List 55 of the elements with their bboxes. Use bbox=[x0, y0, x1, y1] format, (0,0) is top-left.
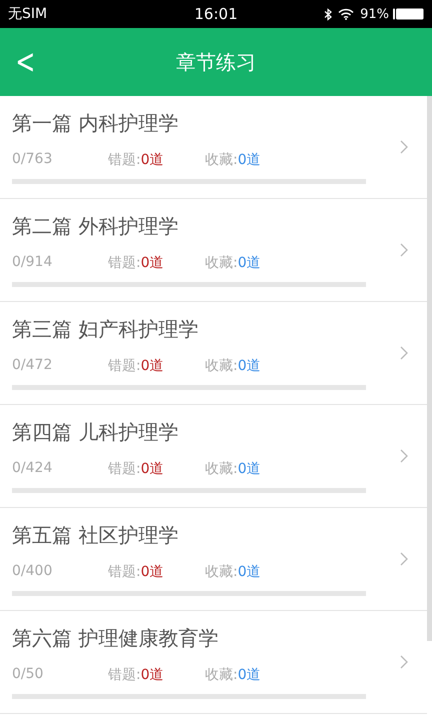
favorite-count: 0道 bbox=[238, 461, 261, 477]
chapter-title: 第四篇 儿科护理学 bbox=[12, 419, 180, 446]
page-title: 章节练习 bbox=[176, 48, 256, 76]
chapter-item[interactable]: 第一篇 内科护理学 0/763 错题:0道 收藏:0道 bbox=[0, 96, 427, 199]
favorite-label: 收藏: bbox=[205, 255, 238, 271]
chapter-item[interactable]: 第六篇 护理健康教育学 0/50 错题:0道 收藏:0道 bbox=[0, 611, 427, 714]
favorite-count: 0道 bbox=[238, 564, 261, 580]
wifi-icon bbox=[338, 8, 354, 20]
chapter-item[interactable]: 第三篇 妇产科护理学 0/472 错题:0道 收藏:0道 bbox=[0, 302, 427, 405]
wrong-count: 0道 bbox=[140, 461, 164, 477]
wrong-label: 错题: bbox=[108, 255, 141, 271]
wrong-label: 错题: bbox=[108, 358, 141, 374]
progress-count: 0/400 bbox=[12, 563, 54, 581]
chapter-title: 第一篇 内科护理学 bbox=[12, 110, 180, 137]
carrier-text: 无SIM bbox=[8, 5, 48, 23]
favorite-count: 0道 bbox=[238, 667, 261, 683]
chapter-item[interactable]: 第二篇 外科护理学 0/914 错题:0道 收藏:0道 bbox=[0, 199, 427, 302]
wrong-count: 0道 bbox=[140, 564, 164, 580]
favorite-count: 0道 bbox=[238, 255, 261, 271]
favorite-label: 收藏: bbox=[205, 152, 238, 168]
favorite-count: 0道 bbox=[238, 358, 261, 374]
favorite-label: 收藏: bbox=[205, 667, 238, 683]
chapter-title: 第二篇 外科护理学 bbox=[12, 213, 180, 240]
chapter-title: 第五篇 社区护理学 bbox=[12, 522, 180, 549]
wrong-label: 错题: bbox=[108, 461, 141, 477]
battery-icon bbox=[392, 8, 424, 20]
wrong-label: 错题: bbox=[108, 564, 141, 580]
chevron-right-icon bbox=[400, 243, 408, 257]
wrong-count: 0道 bbox=[140, 358, 164, 374]
progress-count: 0/914 bbox=[12, 254, 54, 272]
favorite-label: 收藏: bbox=[205, 564, 238, 580]
wrong-label: 错题: bbox=[108, 152, 141, 168]
favorite-label: 收藏: bbox=[205, 358, 238, 374]
bluetooth-icon bbox=[324, 8, 332, 20]
clock-time: 16:01 bbox=[194, 5, 238, 23]
chapter-title: 第六篇 护理健康教育学 bbox=[12, 625, 220, 652]
chevron-right-icon bbox=[400, 140, 408, 154]
chapter-item[interactable]: 第四篇 儿科护理学 0/424 错题:0道 收藏:0道 bbox=[0, 405, 427, 508]
wrong-count: 0道 bbox=[140, 667, 164, 683]
wrong-label: 错题: bbox=[108, 667, 141, 683]
wrong-count: 0道 bbox=[140, 152, 164, 168]
battery-percent: 91% bbox=[360, 6, 389, 22]
progress-count: 0/50 bbox=[12, 666, 44, 684]
progress-count: 0/424 bbox=[12, 460, 54, 478]
chevron-right-icon bbox=[400, 449, 408, 463]
chapter-title: 第三篇 妇产科护理学 bbox=[12, 316, 200, 343]
chevron-right-icon bbox=[400, 346, 408, 360]
favorite-label: 收藏: bbox=[205, 461, 238, 477]
wrong-count: 0道 bbox=[140, 255, 164, 271]
chapter-item[interactable]: 第五篇 社区护理学 0/400 错题:0道 收藏:0道 bbox=[0, 508, 427, 611]
chevron-right-icon bbox=[400, 655, 408, 669]
progress-count: 0/472 bbox=[12, 357, 54, 375]
favorite-count: 0道 bbox=[238, 152, 261, 168]
chevron-right-icon bbox=[400, 552, 408, 566]
progress-count: 0/763 bbox=[12, 151, 54, 169]
